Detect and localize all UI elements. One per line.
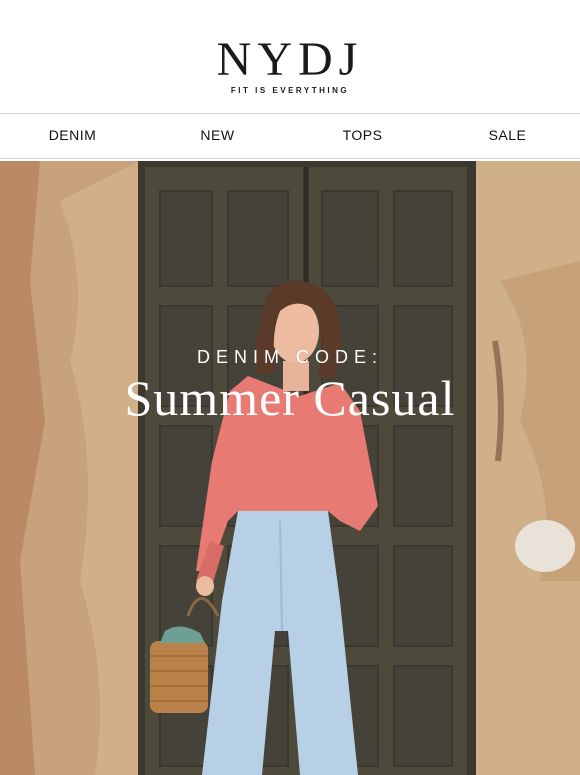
hero-headline: Summer Casual: [124, 370, 456, 426]
nav-item-new[interactable]: NEW: [145, 114, 290, 158]
email-header: NYDJ FIT IS EVERYTHING: [0, 0, 580, 113]
nav-item-sale[interactable]: SALE: [435, 114, 580, 158]
nav-item-tops[interactable]: TOPS: [290, 114, 435, 158]
hero-kicker: DENIM CODE:: [196, 347, 383, 367]
model-photo: [0, 161, 580, 775]
main-nav: DENIM NEW TOPS SALE: [0, 113, 580, 159]
nav-item-denim[interactable]: DENIM: [0, 114, 145, 158]
brand-logo[interactable]: NYDJ: [0, 36, 580, 84]
brand-tagline: FIT IS EVERYTHING: [230, 86, 350, 95]
hero-banner[interactable]: DENIM CODE: Summer Casual: [0, 161, 580, 775]
